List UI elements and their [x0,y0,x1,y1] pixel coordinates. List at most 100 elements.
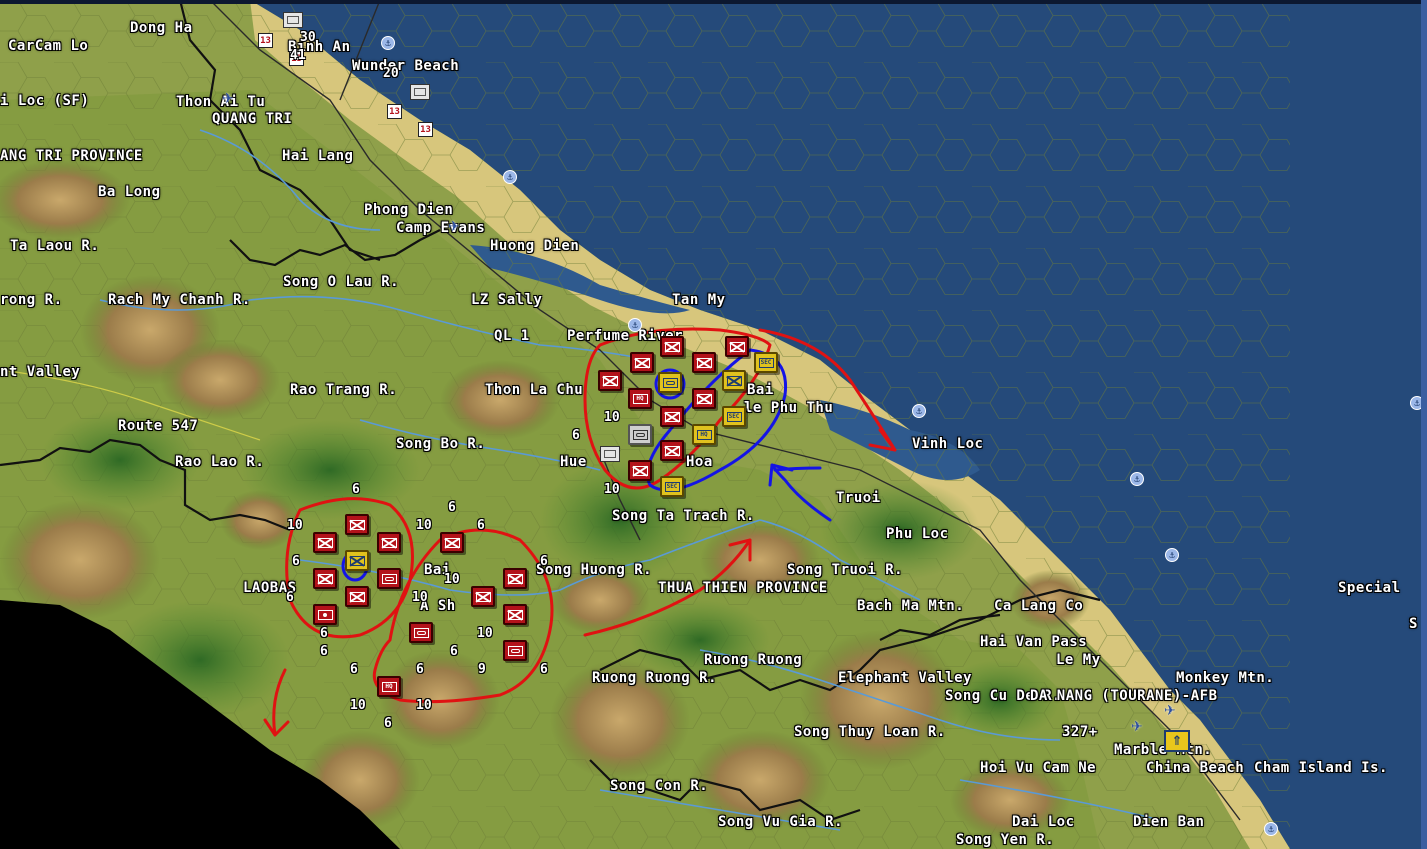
window-top-border [0,0,1427,4]
airbase-icon: ✈ [1131,719,1143,735]
label-monkey-mtn: Monkey Mtn. [1176,670,1275,686]
nva-hq-counter[interactable]: HQ [377,676,401,697]
objective-value: 10 [416,698,432,713]
nva-infantry-counter[interactable] [313,568,337,589]
objective-value: 6 [416,662,424,677]
nva-infantry-counter[interactable] [725,336,749,357]
objective-value: 20 [383,66,399,81]
label-hai-lang: Hai Lang [282,148,354,164]
unit-label: SEC [726,411,742,422]
aircraft-marker[interactable] [410,84,430,100]
arvn-armor-counter[interactable] [658,372,682,393]
objective-value: 6 [292,554,300,569]
label-thon-la-chu: Thon La Chu [485,382,584,398]
airbase-icon: ✈ [1164,703,1176,719]
label-le-my: Le My [1056,652,1101,668]
objective-value: 41 [290,48,306,63]
nva-infantry-counter[interactable] [377,532,401,553]
objective-value: 10 [444,572,460,587]
nva-infantry-counter[interactable] [345,586,369,607]
nva-infantry-counter[interactable] [692,352,716,373]
label-327: 327+ [1062,724,1098,740]
label-rao-lao: Rao Lao R. [175,454,265,470]
arvn-sec-counter[interactable]: SEC [660,476,684,497]
label-route-547: Route 547 [118,418,199,434]
objective-value: 6 [286,590,294,605]
victory-hex[interactable]: 13 [418,122,433,137]
port-icon: ⚓ [503,170,517,184]
objective-value: 6 [540,554,548,569]
label-camp-evans: Camp Evans [396,220,486,236]
nva-infantry-counter[interactable] [692,388,716,409]
objective-value: 10 [477,626,493,641]
nva-infantry-counter[interactable] [660,440,684,461]
nva-infantry-counter[interactable] [503,604,527,625]
label-quang-tri-province: ANG TRI PROVINCE [0,148,143,164]
aircraft-marker[interactable] [600,446,620,462]
nva-infantry-counter[interactable] [440,532,464,553]
victory-hex[interactable]: 13 [387,104,402,119]
label-rong-r: rong R. [0,292,63,308]
nva-infantry-counter[interactable] [660,406,684,427]
us-armor-counter[interactable] [628,424,652,445]
label-song-truoi: Song Truoi R. [787,562,904,578]
objective-value: 6 [450,644,458,659]
nva-infantry-counter[interactable] [345,514,369,535]
arvn-sec-counter[interactable]: SEC [754,352,778,373]
objective-value: 6 [350,662,358,677]
objective-value: 6 [352,482,360,497]
label-bai: Bai [747,382,774,398]
label-song-yen: Song Yen R. [956,832,1055,848]
airbase-icon: ✈ [448,219,460,235]
port-icon: ⚓ [1264,822,1278,836]
label-song-vu-gia: Song Vu Gia R. [718,814,844,830]
label-da-nang: DA NANG (TOURANE)-AFB [1030,688,1218,704]
unit-label: SEC [758,357,774,368]
nva-armor-counter[interactable] [503,640,527,661]
nva-infantry-counter[interactable] [630,352,654,373]
label-song-ta-trach: Song Ta Trach R. [612,508,755,524]
arvn-infantry-counter[interactable] [722,370,746,391]
objective-value: 6 [320,644,328,659]
label-dai-loc: Dai Loc [1012,814,1075,830]
nva-infantry-counter[interactable] [503,568,527,589]
label-dien-ban: Dien Ban [1133,814,1205,830]
nva-hq-counter[interactable]: HQ [628,388,652,409]
airfield-counter[interactable]: ⇑ [1164,730,1190,752]
label-song-thuy-loan: Song Thuy Loan R. [794,724,946,740]
label-quang-tri: QUANG TRI [212,111,293,127]
objective-value: 30 [300,30,316,45]
nva-armor-counter[interactable] [377,568,401,589]
label-elephant-valley: Elephant Valley [838,670,972,686]
label-china-beach: China Beach [1146,760,1245,776]
objective-value: 10 [604,482,620,497]
nva-infantry-counter[interactable] [471,586,495,607]
label-song-bo: Song Bo R. [396,436,486,452]
aircraft-marker[interactable] [283,12,303,28]
unit-label: HQ [381,681,397,692]
nva-infantry-counter[interactable] [313,532,337,553]
label-huong-dien: Huong Dien [490,238,580,254]
nva-infantry-counter[interactable] [628,460,652,481]
nva-artillery-counter[interactable] [313,604,337,625]
nva-armor-counter[interactable] [409,622,433,643]
label-cam-lo: CarCam Lo [8,38,89,54]
objective-value: 6 [540,662,548,677]
label-bach-ma: Bach Ma Mtn. [857,598,965,614]
arvn-sec-counter[interactable]: SEC [722,406,746,427]
objective-value: 9 [478,662,486,677]
label-ca-lang-co: Ca Lang Co [994,598,1084,614]
nva-infantry-counter[interactable] [598,370,622,391]
victory-hex[interactable]: 13 [258,33,273,48]
game-map[interactable]: Dong Ha CarCam Lo Binh An Wunder Beach i… [0,0,1427,849]
label-dong-ha: Dong Ha [130,20,193,36]
label-song-o-lau: Song O Lau R. [283,274,400,290]
nva-infantry-counter[interactable] [660,336,684,357]
label-tan-my: Tan My [672,292,726,308]
arvn-infantry-counter[interactable] [345,550,369,571]
label-ruong-ruong-r: Ruong Ruong R. [592,670,718,686]
label-hoi-vu: Hoi Vu Cam Ne [980,760,1097,776]
arvn-hq-counter[interactable]: HQ [692,424,716,445]
port-icon: ⚓ [381,36,395,50]
label-special: Special [1338,580,1401,596]
